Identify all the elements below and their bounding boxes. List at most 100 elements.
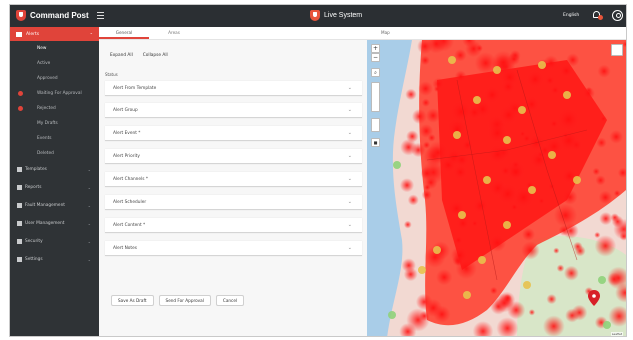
map-cluster-marker[interactable] (598, 276, 606, 284)
field-alert-channels[interactable]: Alert Channels * ⌄ (105, 172, 362, 187)
report-icon (17, 185, 22, 190)
map-cluster-marker[interactable] (528, 186, 536, 194)
send-for-approval-button[interactable]: Send For Approval (158, 295, 211, 306)
user-avatar-icon[interactable] (612, 10, 623, 21)
chevron-down-icon: ⌄ (87, 221, 91, 226)
save-as-draft-button[interactable]: Save As Draft (111, 295, 154, 306)
map-attribution: Leaflet (610, 332, 623, 336)
field-alert-notes[interactable]: Alert Notes ⌄ (105, 241, 362, 256)
chevron-down-icon: ⌄ (87, 257, 91, 262)
map-layer-control[interactable] (371, 82, 380, 112)
map-draw-control[interactable] (371, 118, 380, 132)
sidebar-item-reports[interactable]: Reports ⌄ (10, 179, 99, 197)
alert-badge-icon (18, 106, 23, 111)
map-cluster-marker[interactable] (388, 311, 396, 319)
chevron-down-icon: ⌄ (347, 199, 352, 205)
sidebar-item-label: Security (25, 239, 43, 244)
field-alert-from-template[interactable]: Alert From Template ⌄ (105, 81, 362, 96)
field-label: Alert Content * (113, 223, 146, 228)
app-window: Command Post Live System English Alerts … (9, 4, 627, 337)
map-cluster-marker[interactable] (453, 131, 461, 139)
sidebar-item-label: Active (37, 61, 51, 66)
sidebar-item-label: Reports (25, 185, 42, 190)
map-cluster-marker[interactable] (503, 221, 511, 229)
tab-areas[interactable]: Areas (149, 27, 199, 39)
field-label: Alert Channels * (113, 177, 148, 182)
chevron-down-icon: ⌄ (87, 167, 91, 172)
zoom-out-button[interactable]: − (371, 53, 380, 62)
sidebar-item-user-management[interactable]: User Management ⌄ (10, 215, 99, 233)
sidebar-item-label: User Management (25, 221, 65, 226)
sidebar-item-active[interactable]: Active (10, 56, 99, 71)
cancel-button[interactable]: Cancel (215, 295, 245, 306)
sidebar-item-templates[interactable]: Templates ⌄ (10, 161, 99, 179)
sidebar-item-settings[interactable]: Settings ⌄ (10, 251, 99, 269)
map-cluster-marker[interactable] (548, 151, 556, 159)
status-label: Status (105, 72, 118, 77)
sidebar-item-label: New (37, 46, 47, 51)
expand-all-link[interactable]: Expand All (110, 53, 133, 58)
form-actions: Save As Draft Send For Approval Cancel (111, 295, 245, 306)
tab-map[interactable]: Map (367, 27, 626, 40)
warning-icon (17, 203, 22, 208)
sidebar-item-waiting-for-approval[interactable]: Waiting For Approval (10, 86, 99, 101)
map-cluster-marker[interactable] (393, 161, 401, 169)
map-cluster-marker[interactable] (573, 176, 581, 184)
sidebar-item-label: Templates (25, 167, 47, 172)
sidebar-item-new[interactable]: New (10, 41, 99, 56)
sidebar-item-security[interactable]: Security ⌄ (10, 233, 99, 251)
zoom-in-button[interactable]: + (371, 44, 380, 53)
field-alert-group[interactable]: Alert Group ⌄ (105, 103, 362, 118)
map-cluster-marker[interactable] (603, 321, 611, 329)
map-cluster-marker[interactable] (538, 61, 546, 69)
sidebar-item-events[interactable]: Events (10, 131, 99, 146)
field-alert-priority[interactable]: Alert Priority ⌄ (105, 149, 362, 164)
map-cluster-marker[interactable] (518, 106, 526, 114)
alert-form-panel: General Areas Expand All Collapse All St… (99, 27, 367, 336)
language-selector[interactable]: English (563, 13, 579, 18)
sidebar-item-label: Fault Management (25, 203, 65, 208)
field-alert-event[interactable]: Alert Event * ⌄ (105, 126, 362, 141)
field-alert-content[interactable]: Alert Content * ⌄ (105, 218, 362, 233)
sidebar-item-rejected[interactable]: Rejected (10, 101, 99, 116)
form-tabs: General Areas (99, 27, 367, 40)
field-label: Alert Notes (113, 246, 138, 251)
sidebar: Alerts ⌃ New Active Approved Waiting For… (10, 27, 99, 336)
notifications-bell-icon[interactable] (592, 10, 603, 20)
map-cluster-marker[interactable] (563, 91, 571, 99)
map-cluster-marker[interactable] (493, 66, 501, 74)
brand-name: Command Post (30, 11, 89, 20)
sidebar-item-deleted[interactable]: Deleted (10, 146, 99, 161)
sidebar-item-label: Events (37, 136, 52, 141)
brand[interactable]: Command Post (16, 10, 89, 21)
fullscreen-button[interactable] (611, 44, 623, 56)
chevron-down-icon: ⌄ (347, 153, 352, 159)
chevron-down-icon: ⌄ (87, 203, 91, 208)
sidebar-section-alerts[interactable]: Alerts ⌃ (10, 27, 99, 41)
sidebar-item-approved[interactable]: Approved (10, 71, 99, 86)
map-cluster-marker[interactable] (448, 56, 456, 64)
map-cluster-marker[interactable] (458, 211, 466, 219)
chevron-down-icon: ⌄ (347, 176, 352, 182)
sidebar-item-my-drafts[interactable]: My Drafts (10, 116, 99, 131)
map-cluster-marker[interactable] (473, 96, 481, 104)
collapse-all-link[interactable]: Collapse All (143, 53, 168, 58)
map-cluster-marker[interactable] (523, 281, 531, 289)
map-cluster-marker[interactable] (418, 266, 426, 274)
map-cluster-marker[interactable] (503, 136, 511, 144)
field-alert-scheduler[interactable]: Alert Scheduler ⌄ (105, 195, 362, 210)
heat-map[interactable]: + − ⌕ ■ Leaflet (367, 40, 626, 336)
menu-toggle-icon[interactable] (97, 12, 104, 19)
gear-icon (17, 257, 22, 262)
map-cluster-marker[interactable] (478, 256, 486, 264)
chevron-down-icon: ⌄ (347, 85, 352, 91)
map-cluster-marker[interactable] (433, 246, 441, 254)
search-map-icon[interactable]: ⌕ (371, 68, 380, 77)
map-cluster-marker[interactable] (483, 176, 491, 184)
map-cluster-marker[interactable] (463, 291, 471, 299)
sidebar-item-fault-management[interactable]: Fault Management ⌄ (10, 197, 99, 215)
tab-general[interactable]: General (99, 27, 149, 39)
stop-icon[interactable]: ■ (371, 138, 380, 147)
sidebar-item-label: Approved (37, 76, 58, 81)
shield-icon (310, 10, 320, 21)
